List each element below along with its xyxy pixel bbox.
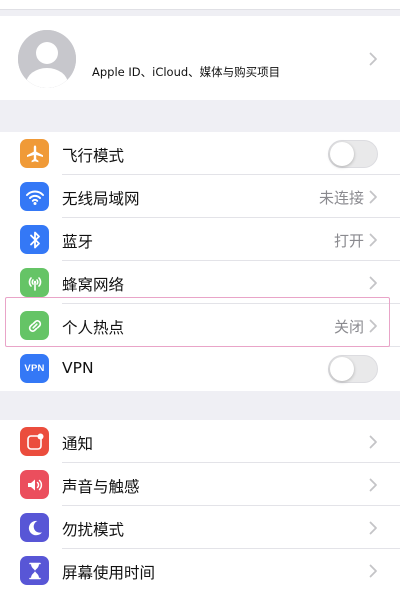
notifications-row[interactable]: 通知 (0, 420, 400, 463)
bluetooth-icon (20, 225, 49, 254)
chevron-right-icon (369, 435, 378, 449)
cellular-row[interactable]: 蜂窝网络 (0, 261, 400, 304)
airplane-mode-label: 飞行模式 (62, 147, 125, 165)
avatar-icon (18, 30, 76, 88)
network-settings-group: 飞行模式 无线局域网 未连接 蓝牙 打开 蜂窝网络 个人热点 关闭 VPN VP… (0, 132, 400, 391)
cellular-label: 蜂窝网络 (62, 276, 125, 294)
vpn-toggle[interactable] (328, 355, 378, 383)
wifi-row[interactable]: 无线局域网 未连接 (0, 175, 400, 218)
airplane-mode-row[interactable]: 飞行模式 (0, 132, 400, 175)
toggle-knob (330, 142, 354, 166)
bluetooth-label: 蓝牙 (62, 233, 94, 251)
vpn-row[interactable]: VPN VPN (0, 347, 400, 390)
bluetooth-status: 打开 (333, 232, 364, 250)
wifi-icon (20, 182, 49, 211)
personal-hotspot-status: 关闭 (333, 318, 364, 336)
system-settings-group: 通知 声音与触感 勿扰模式 屏幕使用时间 (0, 420, 400, 594)
top-card-edge (0, 0, 400, 10)
screen-time-row[interactable]: 屏幕使用时间 (0, 549, 400, 592)
chevron-right-icon (369, 190, 378, 204)
sounds-haptics-label: 声音与触感 (62, 478, 140, 496)
hourglass-icon (20, 556, 49, 585)
do-not-disturb-label: 勿扰模式 (62, 521, 125, 539)
airplane-mode-toggle[interactable] (328, 140, 378, 168)
chevron-right-icon (369, 478, 378, 492)
chevron-right-icon (369, 52, 378, 66)
cellular-icon (20, 268, 49, 297)
do-not-disturb-row[interactable]: 勿扰模式 (0, 506, 400, 549)
chevron-right-icon (369, 319, 378, 333)
apple-id-label: Apple ID、iCloud、媒体与购买项目 (92, 65, 281, 79)
screen-time-label: 屏幕使用时间 (62, 564, 156, 582)
chevron-right-icon (369, 521, 378, 535)
airplane-icon (20, 139, 49, 168)
sound-icon (20, 470, 49, 499)
sounds-haptics-row[interactable]: 声音与触感 (0, 463, 400, 506)
moon-icon (20, 513, 49, 542)
wifi-label: 无线局域网 (62, 190, 140, 208)
personal-hotspot-label: 个人热点 (62, 319, 125, 337)
chevron-right-icon (369, 233, 378, 247)
bluetooth-row[interactable]: 蓝牙 打开 (0, 218, 400, 261)
wifi-status: 未连接 (318, 189, 364, 207)
hotspot-icon (20, 311, 49, 340)
vpn-icon: VPN (20, 354, 49, 383)
chevron-right-icon (369, 564, 378, 578)
vpn-label: VPN (62, 359, 94, 377)
notifications-label: 通知 (62, 435, 94, 453)
chevron-right-icon (369, 276, 378, 290)
personal-hotspot-row[interactable]: 个人热点 关闭 (0, 304, 400, 347)
apple-id-row[interactable]: Apple ID、iCloud、媒体与购买项目 (0, 16, 400, 100)
notifications-icon (20, 427, 49, 456)
toggle-knob (330, 357, 354, 381)
